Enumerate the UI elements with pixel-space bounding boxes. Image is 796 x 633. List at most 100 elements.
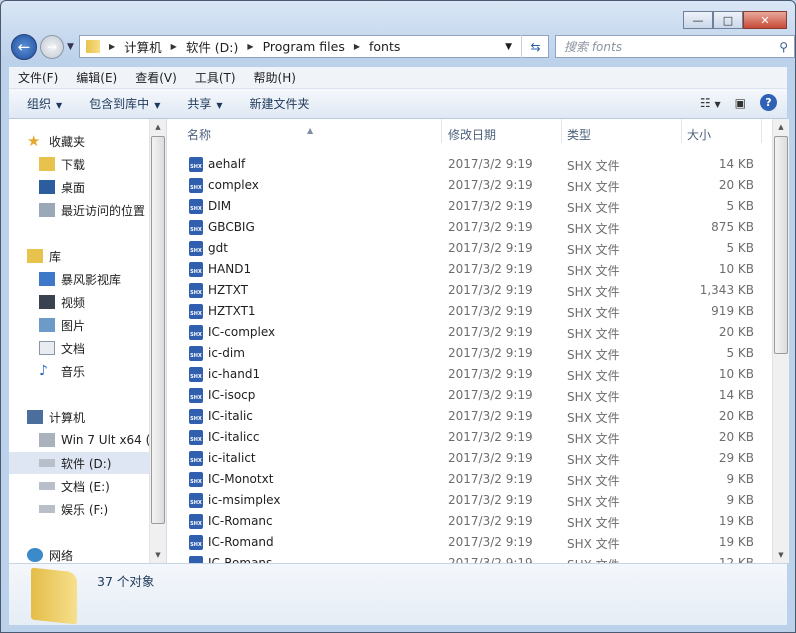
- file-row[interactable]: SHX GBCBIG 2017/3/2 9:19 SHX 文件 875 KB: [167, 217, 772, 238]
- file-row[interactable]: SHX IC-italic 2017/3/2 9:19 SHX 文件 20 KB: [167, 406, 772, 427]
- file-row[interactable]: SHX HAND1 2017/3/2 9:19 SHX 文件 10 KB: [167, 259, 772, 280]
- file-type: SHX 文件: [567, 327, 620, 341]
- address-bar[interactable]: ▶ 计算机 ▶ 软件 (D:) ▶ Program files ▶ fonts …: [79, 35, 549, 58]
- file-row[interactable]: SHX ic-hand1 2017/3/2 9:19 SHX 文件 10 KB: [167, 364, 772, 385]
- minimize-button[interactable]: —: [683, 11, 713, 29]
- nav-drive-c[interactable]: Win 7 Ult x64 (C:): [39, 429, 151, 451]
- chevron-right-icon[interactable]: ▶: [247, 42, 253, 51]
- file-row[interactable]: SHX ic-dim 2017/3/2 9:19 SHX 文件 5 KB: [167, 343, 772, 364]
- search-icon[interactable]: ⚲: [779, 40, 788, 54]
- nav-label: 文档 (E:): [61, 479, 110, 494]
- menu-help[interactable]: 帮助(H): [245, 69, 305, 86]
- file-size: 20 KB: [718, 178, 754, 192]
- share-button[interactable]: 共享 ▼: [178, 95, 231, 112]
- nav-recent-places[interactable]: 最近访问的位置: [39, 199, 166, 221]
- file-size: 14 KB: [718, 157, 754, 171]
- file-row[interactable]: SHX IC-Monotxt 2017/3/2 9:19 SHX 文件 9 KB: [167, 469, 772, 490]
- column-header-type[interactable]: 类型: [567, 126, 591, 143]
- breadcrumb-drive-d[interactable]: 软件 (D:): [186, 37, 239, 56]
- refresh-button[interactable]: ⇆: [521, 35, 549, 58]
- menu-view[interactable]: 查看(V): [126, 69, 186, 86]
- nav-label: 桌面: [61, 180, 86, 195]
- nav-drive-e[interactable]: 文档 (E:): [39, 475, 166, 497]
- forward-button[interactable]: →: [40, 35, 64, 59]
- chevron-right-icon[interactable]: ▶: [171, 42, 177, 51]
- file-row[interactable]: SHX IC-Romand 2017/3/2 9:19 SHX 文件 19 KB: [167, 532, 772, 553]
- file-row[interactable]: SHX ic-italict 2017/3/2 9:19 SHX 文件 29 KB: [167, 448, 772, 469]
- nav-baofeng-library[interactable]: 暴风影视库: [39, 268, 166, 290]
- nav-music[interactable]: ♪ 音乐: [39, 360, 166, 382]
- column-header-name[interactable]: 名称: [187, 126, 211, 143]
- column-header-date[interactable]: 修改日期: [448, 126, 496, 143]
- chevron-down-icon: ▼: [216, 101, 223, 110]
- shx-file-icon: SHX: [189, 472, 203, 487]
- shx-file-icon: SHX: [189, 283, 203, 298]
- file-row[interactable]: SHX DIM 2017/3/2 9:19 SHX 文件 5 KB: [167, 196, 772, 217]
- new-folder-button[interactable]: 新建文件夹: [241, 95, 319, 112]
- organize-button[interactable]: 组织 ▼: [18, 95, 71, 112]
- file-row[interactable]: SHX IC-Romans 2017/3/2 9:19 SHX 文件 12 KB: [167, 553, 772, 563]
- include-in-library-button[interactable]: 包含到库中 ▼: [80, 95, 169, 112]
- file-name: GBCBIG: [208, 220, 255, 234]
- file-type: SHX 文件: [567, 201, 620, 215]
- nav-label: 音乐: [61, 364, 86, 379]
- nav-computer[interactable]: 计算机: [27, 406, 166, 428]
- file-row[interactable]: SHX ic-msimplex 2017/3/2 9:19 SHX 文件 9 KB: [167, 490, 772, 511]
- nav-pane-scrollbar[interactable]: ▲ ▼: [149, 119, 166, 563]
- chevron-right-icon[interactable]: ▶: [354, 42, 360, 51]
- shx-file-icon: SHX: [189, 514, 203, 529]
- nav-label: 最近访问的位置: [61, 203, 146, 218]
- file-date: 2017/3/2 9:19: [448, 514, 533, 528]
- nav-downloads[interactable]: 下载: [39, 153, 166, 175]
- nav-network[interactable]: 网络: [27, 544, 166, 563]
- scroll-down-icon[interactable]: ▼: [773, 547, 789, 563]
- file-size: 9 KB: [726, 472, 754, 486]
- search-input[interactable]: 搜索 fonts ⚲: [555, 35, 795, 58]
- nav-documents[interactable]: 文档: [39, 337, 166, 359]
- scrollbar-thumb[interactable]: [151, 136, 165, 524]
- maximize-button[interactable]: □: [713, 11, 743, 29]
- preview-pane-icon[interactable]: ▣: [735, 96, 746, 110]
- file-date: 2017/3/2 9:19: [448, 346, 533, 360]
- file-row[interactable]: SHX IC-isocp 2017/3/2 9:19 SHX 文件 14 KB: [167, 385, 772, 406]
- scroll-up-icon[interactable]: ▲: [773, 119, 789, 135]
- scroll-down-icon[interactable]: ▼: [150, 547, 166, 563]
- file-row[interactable]: SHX aehalf 2017/3/2 9:19 SHX 文件 14 KB: [167, 154, 772, 175]
- help-icon[interactable]: ?: [760, 94, 777, 111]
- nav-favorites[interactable]: ★ 收藏夹: [27, 130, 166, 152]
- close-button[interactable]: ✕: [743, 11, 787, 29]
- file-date: 2017/3/2 9:19: [448, 241, 533, 255]
- column-header-size[interactable]: 大小: [687, 126, 711, 143]
- library-icon: [27, 249, 43, 263]
- file-row[interactable]: SHX complex 2017/3/2 9:19 SHX 文件 20 KB: [167, 175, 772, 196]
- nav-desktop[interactable]: 桌面: [39, 176, 166, 198]
- address-dropdown-icon[interactable]: ▼: [505, 42, 512, 52]
- nav-pictures[interactable]: 图片: [39, 314, 166, 336]
- scroll-up-icon[interactable]: ▲: [150, 119, 166, 135]
- menu-file[interactable]: 文件(F): [9, 69, 67, 86]
- breadcrumb-computer[interactable]: 计算机: [124, 37, 162, 56]
- breadcrumb-fonts[interactable]: fonts: [369, 39, 400, 54]
- recent-pages-dropdown[interactable]: ▼: [67, 42, 74, 52]
- menu-tools[interactable]: 工具(T): [186, 69, 245, 86]
- scrollbar-thumb[interactable]: [774, 136, 788, 354]
- menu-edit[interactable]: 编辑(E): [67, 69, 126, 86]
- breadcrumb-program-files[interactable]: Program files: [263, 39, 345, 54]
- nav-drive-d[interactable]: 软件 (D:): [9, 452, 151, 474]
- file-row[interactable]: SHX IC-complex 2017/3/2 9:19 SHX 文件 20 KB: [167, 322, 772, 343]
- file-list-scrollbar[interactable]: ▲ ▼: [772, 119, 789, 563]
- file-row[interactable]: SHX IC-Romanc 2017/3/2 9:19 SHX 文件 19 KB: [167, 511, 772, 532]
- nav-videos[interactable]: 视频: [39, 291, 166, 313]
- back-button[interactable]: ←: [11, 34, 37, 60]
- recent-places-icon: [39, 203, 55, 217]
- nav-libraries[interactable]: 库: [27, 245, 166, 267]
- view-options-icon[interactable]: ☷ ▼: [700, 96, 721, 110]
- nav-drive-f[interactable]: 娱乐 (F:): [39, 498, 166, 520]
- file-row[interactable]: SHX HZTXT1 2017/3/2 9:19 SHX 文件 919 KB: [167, 301, 772, 322]
- file-row[interactable]: SHX HZTXT 2017/3/2 9:19 SHX 文件 1,343 KB: [167, 280, 772, 301]
- chevron-right-icon[interactable]: ▶: [109, 42, 115, 51]
- file-name: HZTXT: [208, 283, 248, 297]
- file-row[interactable]: SHX IC-italicc 2017/3/2 9:19 SHX 文件 20 KB: [167, 427, 772, 448]
- file-name: IC-Romanc: [208, 514, 273, 528]
- file-row[interactable]: SHX gdt 2017/3/2 9:19 SHX 文件 5 KB: [167, 238, 772, 259]
